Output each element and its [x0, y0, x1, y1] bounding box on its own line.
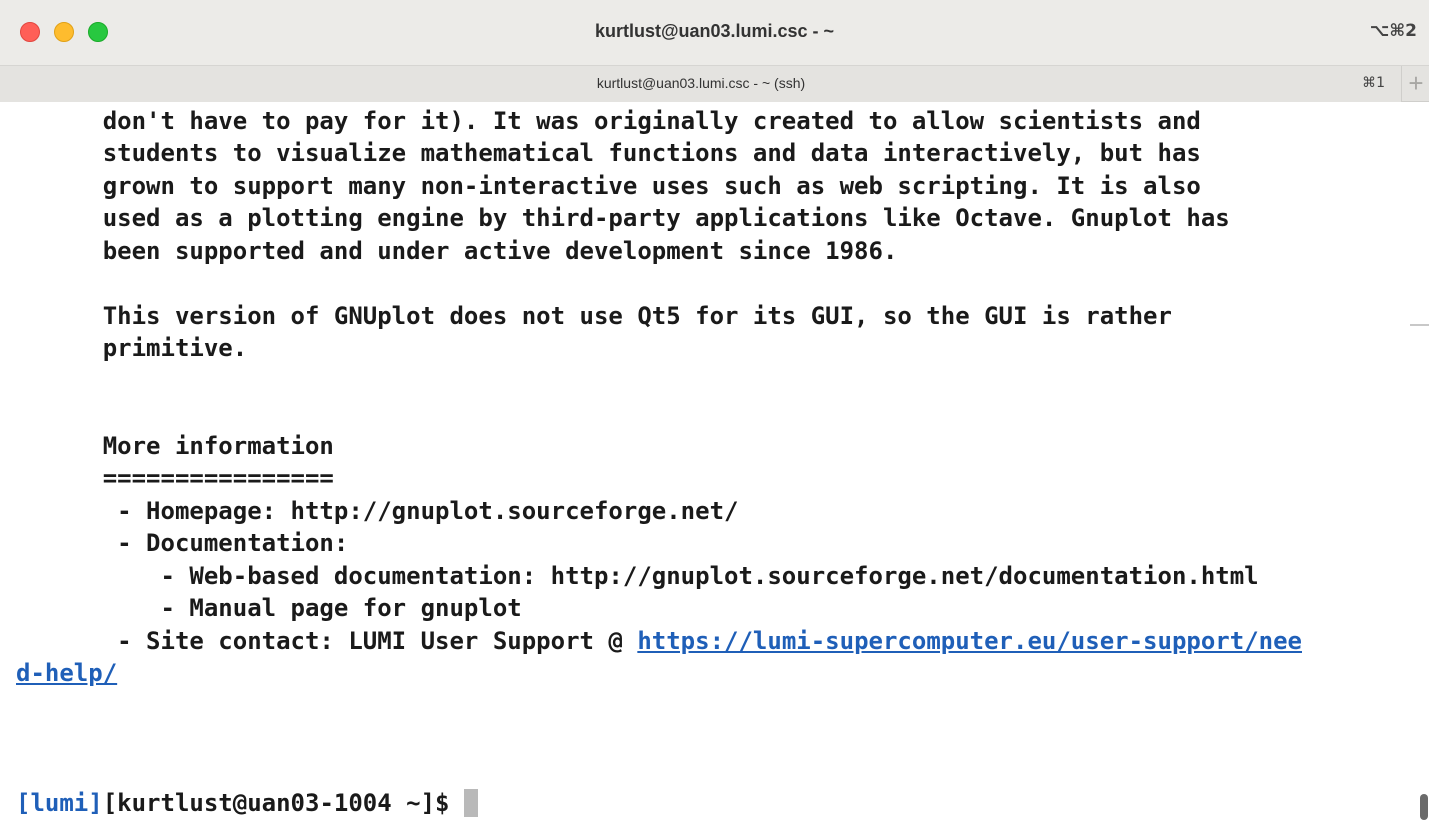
support-link-continued[interactable]: d-help/	[16, 659, 117, 687]
tab-title: kurtlust@uan03.lumi.csc - ~ (ssh)	[596, 75, 806, 91]
support-link[interactable]: https://lumi-supercomputer.eu/user-suppo…	[637, 627, 1302, 655]
prompt-text: [kurtlust@uan03-1004 ~]$	[102, 789, 464, 817]
terminal-line: been supported and under active developm…	[16, 237, 898, 265]
site-contact-text: - Site contact: LUMI User Support @	[16, 627, 638, 655]
new-tab-button[interactable]: +	[1405, 68, 1427, 98]
text-cursor	[463, 789, 478, 817]
terminal-line: students to visualize mathematical funct…	[16, 139, 1201, 167]
window-title: kurtlust@uan03.lumi.csc - ~	[594, 21, 835, 41]
prompt-tag: [lumi]	[16, 789, 103, 817]
terminal-line-link-wrap: d-help/	[16, 657, 117, 689]
terminal-line: - Homepage: http://gnuplot.sourceforge.n…	[16, 497, 739, 525]
terminal-line: This version of GNUplot does not use Qt5…	[16, 302, 1172, 330]
terminal-line: More information	[16, 432, 334, 460]
terminal-line: grown to support many non-interactive us…	[16, 172, 1201, 200]
window-shortcut: ⌥⌘2	[1369, 21, 1417, 41]
scrollbar-thumb[interactable]	[1420, 794, 1428, 820]
terminal-line: - Web-based documentation: http://gnuplo…	[16, 562, 1259, 590]
terminal-output[interactable]: don't have to pay for it). It was origin…	[0, 103, 1429, 825]
shell-prompt[interactable]: [lumi][kurtlust@uan03-1004 ~]$	[16, 787, 478, 819]
terminal-line: used as a plotting engine by third-party…	[16, 204, 1230, 232]
tab-ssh-session[interactable]: kurtlust@uan03.lumi.csc - ~ (ssh) ⌘1	[0, 66, 1402, 102]
window-titlebar: kurtlust@uan03.lumi.csc - ~ ⌥⌘2	[0, 0, 1429, 66]
terminal-line-site-contact: - Site contact: LUMI User Support @ http…	[16, 625, 1302, 657]
scroll-marker	[1410, 324, 1429, 326]
tab-shortcut: ⌘1	[1362, 75, 1385, 91]
tab-bar: kurtlust@uan03.lumi.csc - ~ (ssh) ⌘1 +	[0, 66, 1429, 102]
terminal-line: don't have to pay for it). It was origin…	[16, 107, 1201, 135]
terminal-line: - Manual page for gnuplot	[16, 594, 522, 622]
terminal-line: primitive.	[16, 334, 248, 362]
terminal-line: - Documentation:	[16, 529, 349, 557]
terminal-line: ================	[16, 464, 334, 492]
